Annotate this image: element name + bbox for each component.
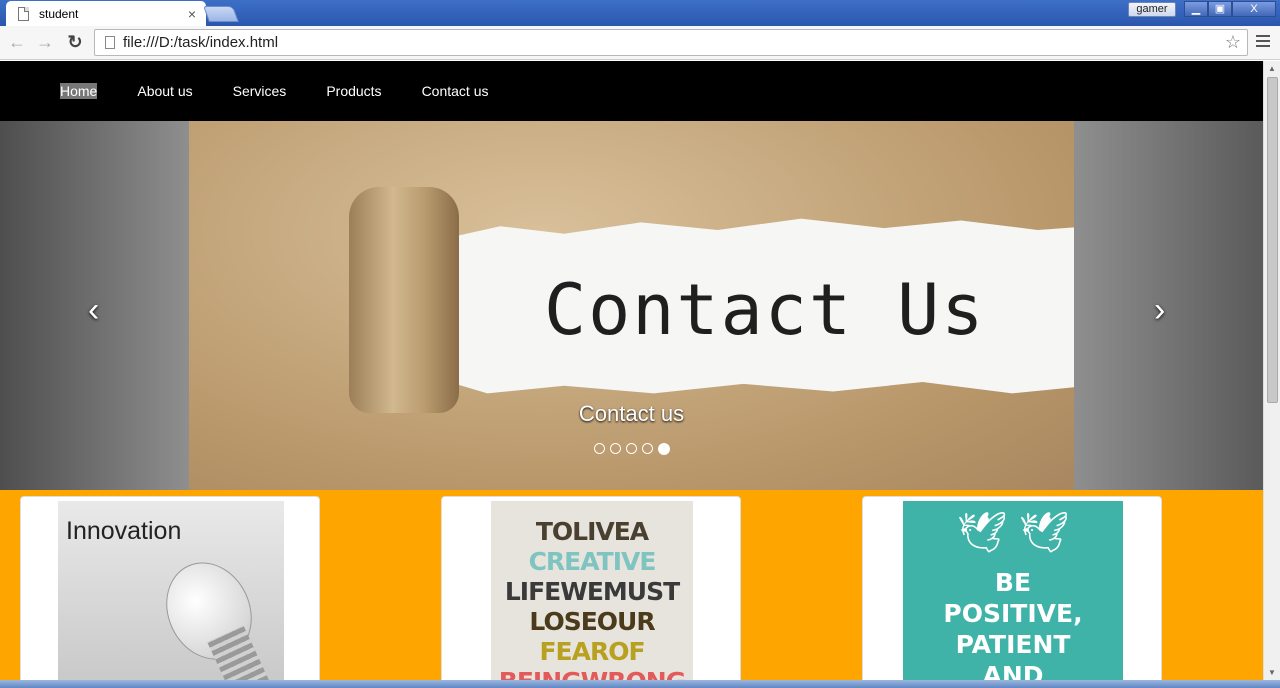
page-icon [18,6,29,21]
file-icon [105,36,115,49]
nav-contact-us[interactable]: Contact us [422,83,489,99]
nav-services[interactable]: Services [233,83,287,99]
feature-card-innovation: Innovation [20,496,320,680]
quote-image: TOLIVEA CREATIVE LIFEWEMUST LOSEOUR FEAR… [491,501,693,680]
close-window-button[interactable]: X [1232,1,1276,17]
quote-line: BEINGWRONG [491,667,693,680]
site-navbar: Home About us Services Products Contact … [0,61,1263,121]
innovation-image: Innovation [58,501,284,680]
innovation-image-text: Innovation [66,517,182,545]
features-section: Innovation TOLIVEA CREATIVE LIFEWEMUST L… [0,490,1263,680]
carousel-indicator[interactable] [641,443,653,454]
page-viewport: Home About us Services Products Contact … [0,61,1263,680]
carousel-indicator-active[interactable] [657,443,670,455]
quote-text: TOLIVEA CREATIVE LIFEWEMUST LOSEOUR FEAR… [491,517,693,680]
browser-titlebar: student × gamer ▁ ▣ X [0,0,1280,26]
os-taskbar [0,680,1280,688]
address-url[interactable]: file:///D:/task/index.html [123,34,1225,51]
carousel-slide-image: Contact Us Contact us [189,121,1074,490]
page-scrollbar[interactable]: ▲ ▼ [1263,61,1280,680]
positive-line: BE [994,568,1032,597]
quote-line: FEAROF [539,637,645,666]
address-bar[interactable]: file:///D:/task/index.html ☆ [94,29,1248,56]
bookmark-star-icon[interactable]: ☆ [1225,32,1241,53]
quote-line: LOSEOUR [529,607,655,636]
positive-line: POSITIVE, [943,599,1083,628]
carousel-next-icon[interactable]: › [1154,291,1165,330]
quote-line: LIFEWEMUST [504,577,680,606]
scroll-down-icon[interactable]: ▼ [1268,668,1276,677]
carousel-prev-icon[interactable]: ‹ [88,291,99,330]
carousel-indicators [189,443,1074,455]
carousel-indicator[interactable] [593,443,605,454]
user-profile-button[interactable]: gamer [1128,2,1176,17]
positive-line: PATIENT [955,630,1071,659]
nav-about-us[interactable]: About us [137,83,192,99]
minimize-button[interactable]: ▁ [1184,1,1208,17]
quote-line: CREATIVE [528,547,657,576]
carousel-right-shade [1073,121,1263,490]
browser-tab[interactable]: student × [6,1,206,26]
positive-image: 🕊 🕊 BE POSITIVE, PATIENT AND [903,501,1123,680]
scroll-up-icon[interactable]: ▲ [1268,64,1276,73]
tab-close-icon[interactable]: × [188,6,196,22]
browser-menu-icon[interactable] [1256,35,1270,50]
browser-toolbar: ← → ↻ file:///D:/task/index.html ☆ [0,26,1280,60]
forward-icon[interactable]: → [34,32,56,54]
birds-icon: 🕊 🕊 [956,511,1070,555]
feature-card-quote: TOLIVEA CREATIVE LIFEWEMUST LOSEOUR FEAR… [441,496,741,680]
positive-text: BE POSITIVE, PATIENT AND [903,567,1123,680]
maximize-button[interactable]: ▣ [1208,1,1232,17]
carousel-indicator[interactable] [625,443,637,454]
scrollbar-thumb[interactable] [1267,77,1278,403]
reload-icon[interactable]: ↻ [64,32,86,54]
new-tab-button[interactable] [203,6,239,22]
nav-home[interactable]: Home [60,83,98,99]
slide-image-text: Contact Us [544,269,986,351]
back-icon[interactable]: ← [6,32,28,54]
quote-line: TOLIVEA [535,517,649,546]
positive-line: AND [982,661,1044,680]
nav-products[interactable]: Products [326,83,381,99]
carousel-caption: Contact us [578,401,685,426]
tab-title: student [39,6,79,21]
feature-card-positive: 🕊 🕊 BE POSITIVE, PATIENT AND [862,496,1162,680]
carousel-indicator[interactable] [609,443,621,454]
paper-roll [349,187,459,413]
hero-carousel: Contact Us Contact us ‹ › [0,121,1263,490]
